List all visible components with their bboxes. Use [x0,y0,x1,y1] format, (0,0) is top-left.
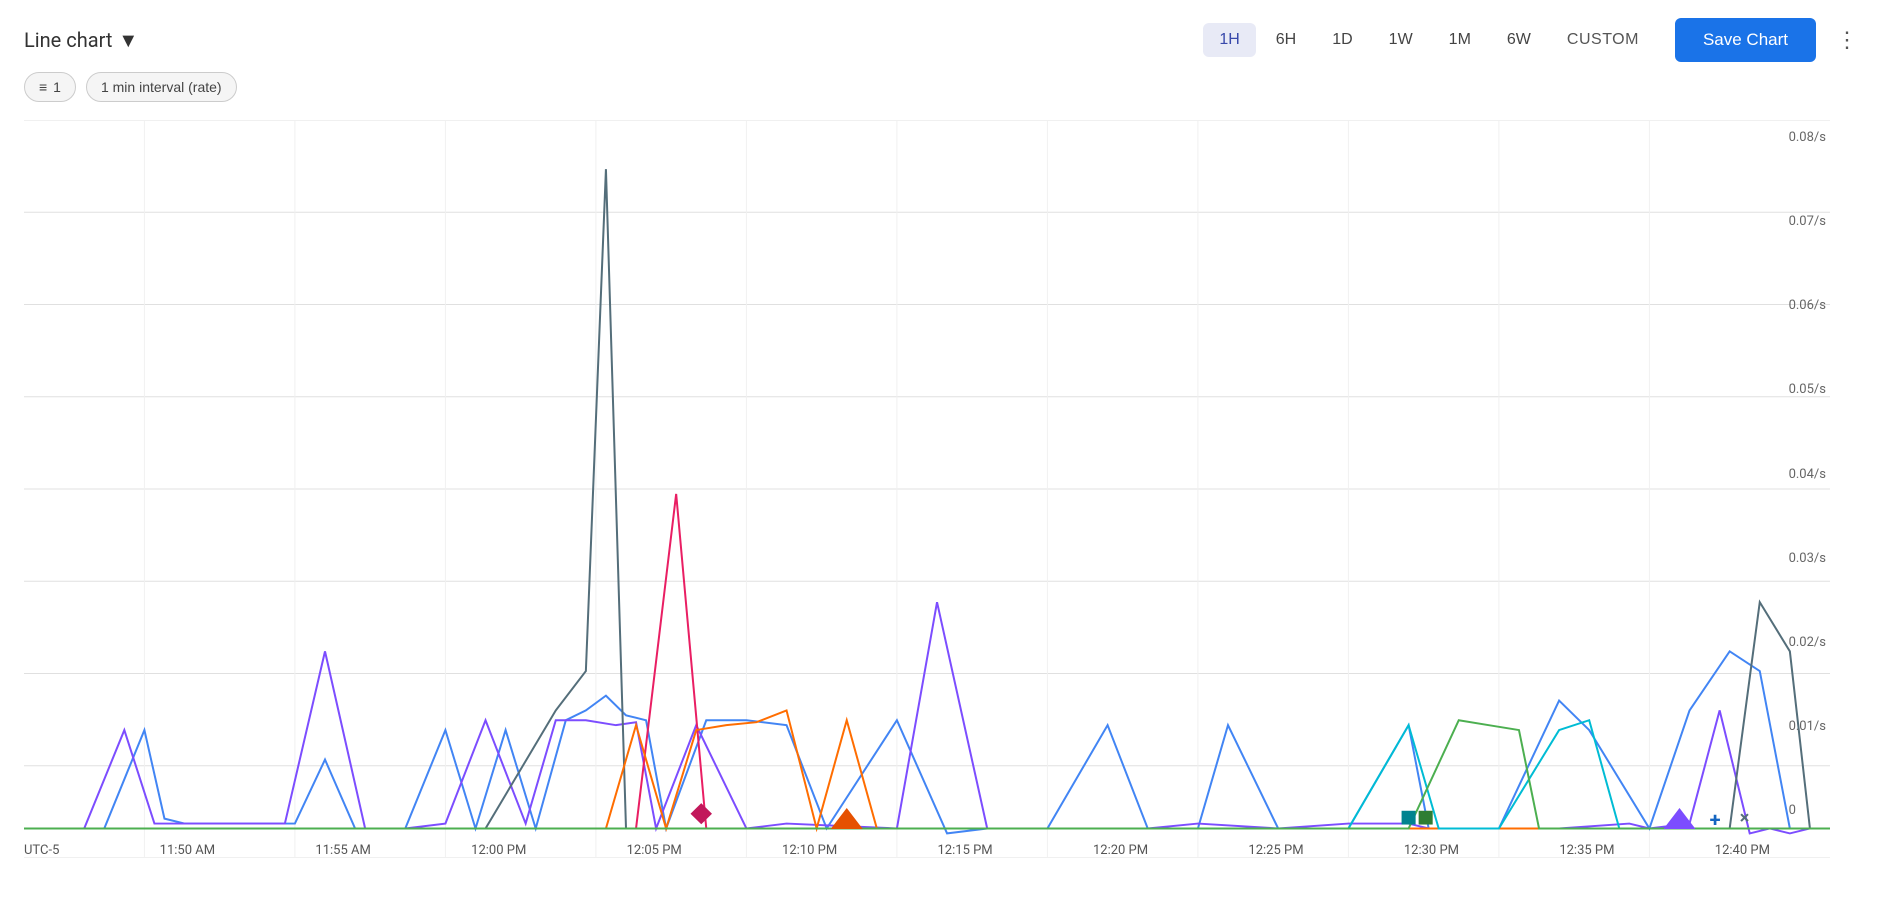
x-label-1200: 12:00 PM [471,843,526,858]
x-label-1220: 12:20 PM [1093,843,1148,858]
subheader: ≡ 1 1 min interval (rate) [0,72,1890,110]
x-label-1235: 12:35 PM [1559,843,1614,858]
filter-button[interactable]: ≡ 1 [24,72,76,102]
filter-count: 1 [53,79,61,95]
y-label-1: 0.07/s [1789,214,1826,229]
y-label-8: 0 [1789,803,1826,818]
y-label-0: 0.08/s [1789,130,1826,145]
y-label-7: 0.01/s [1789,719,1826,734]
y-axis-labels: 0.08/s 0.07/s 0.06/s 0.05/s 0.04/s 0.03/… [1789,130,1826,818]
chart-type-selector[interactable]: Line chart ▼ [24,28,138,53]
time-buttons: 1H 6H 1D 1W 1M 6W CUSTOM [1203,23,1655,57]
time-btn-6w[interactable]: 6W [1491,23,1547,57]
more-options-button[interactable]: ⋮ [1828,23,1866,57]
time-btn-1m[interactable]: 1M [1433,23,1487,57]
x-axis-labels: UTC-5 11:50 AM 11:55 AM 12:00 PM 12:05 P… [24,843,1770,858]
chart-area: + × 0.08/s 0.07/s 0.06/s 0.05/s 0.04/s 0… [24,120,1830,858]
time-btn-1w[interactable]: 1W [1373,23,1429,57]
x-label-utc: UTC-5 [24,843,59,858]
line-chart-svg: + × [24,120,1830,858]
x-label-1225: 12:25 PM [1248,843,1303,858]
header: Line chart ▼ 1H 6H 1D 1W 1M 6W CUSTOM Sa… [0,0,1890,72]
plus-marker: + [1710,809,1721,832]
x-label-1240: 12:40 PM [1715,843,1770,858]
y-label-2: 0.06/s [1789,298,1826,313]
time-btn-6h[interactable]: 6H [1260,23,1312,57]
x-label-1215: 12:15 PM [938,843,993,858]
x-label-1210: 12:10 PM [782,843,837,858]
chart-type-label: Line chart [24,28,112,52]
x-marker: × [1740,808,1750,829]
save-chart-button[interactable]: Save Chart [1675,18,1816,62]
square-marker-green [1419,811,1433,825]
y-label-6: 0.02/s [1789,635,1826,650]
time-btn-1d[interactable]: 1D [1316,23,1368,57]
time-btn-1h[interactable]: 1H [1203,23,1255,57]
filter-icon: ≡ [39,79,47,95]
chart-container: + × 0.08/s 0.07/s 0.06/s 0.05/s 0.04/s 0… [0,110,1890,908]
x-label-1205: 12:05 PM [627,843,682,858]
y-label-5: 0.03/s [1789,551,1826,566]
y-label-4: 0.04/s [1789,467,1826,482]
square-marker-teal [1402,811,1416,825]
x-label-1155: 11:55 AM [315,843,370,858]
x-label-1230: 12:30 PM [1404,843,1459,858]
time-btn-custom[interactable]: CUSTOM [1551,23,1655,57]
diamond-marker [691,804,711,824]
interval-button[interactable]: 1 min interval (rate) [86,72,237,102]
chevron-down-icon: ▼ [118,28,138,53]
x-label-1150: 11:50 AM [160,843,215,858]
y-label-3: 0.05/s [1789,382,1826,397]
triangle-marker [832,809,862,829]
